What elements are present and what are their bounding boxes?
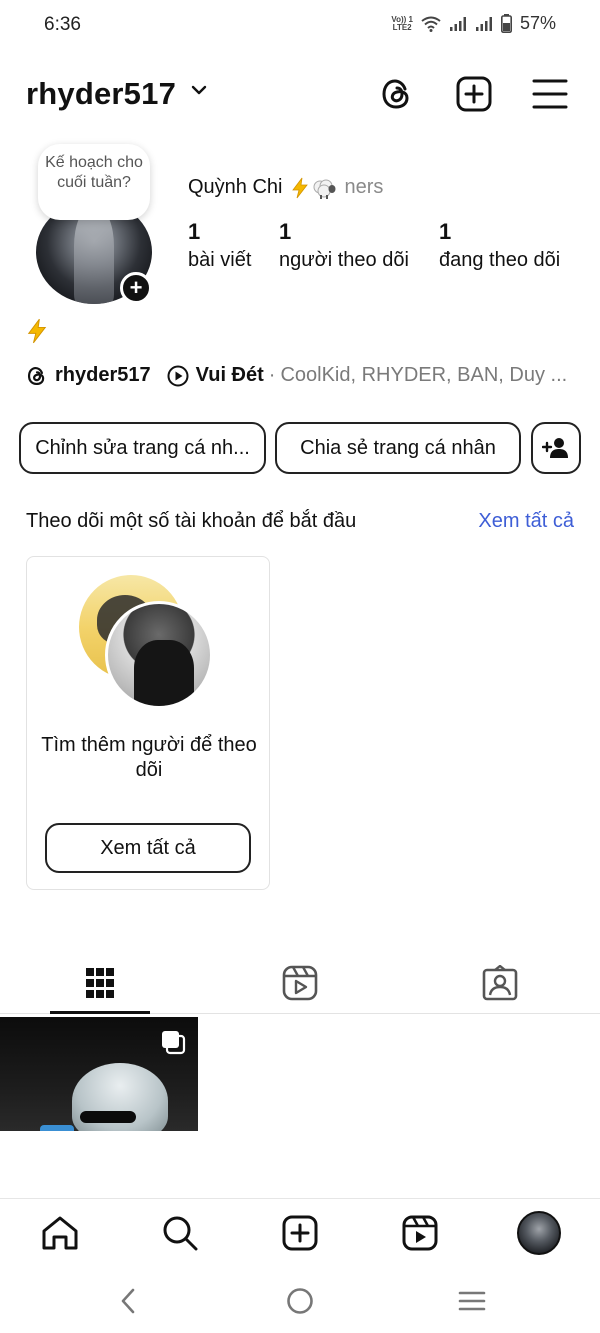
grid-icon xyxy=(86,968,114,998)
profile-avatar-small xyxy=(517,1211,561,1255)
status-icons: Vo)) 1 LTE2 57% xyxy=(391,13,556,34)
tab-grid[interactable] xyxy=(0,952,200,1014)
volte-indicator: Vo)) 1 LTE2 xyxy=(391,14,413,32)
carousel-icon xyxy=(162,1031,186,1055)
header-username[interactable]: rhyder517 xyxy=(26,76,176,112)
system-navigation xyxy=(0,1268,600,1333)
chevron-down-icon[interactable] xyxy=(190,84,208,96)
nav-search[interactable] xyxy=(158,1211,202,1255)
profile-note[interactable]: Kế hoạch cho cuối tuần? xyxy=(38,144,150,220)
add-story-icon[interactable]: + xyxy=(120,272,152,304)
signal-icon xyxy=(449,16,466,31)
suggestions-title: Theo dõi một số tài khoản để bắt đầu xyxy=(26,510,357,532)
post-image-glasses xyxy=(80,1111,136,1123)
lightning-icon xyxy=(291,177,308,198)
tab-reels[interactable] xyxy=(200,952,400,1014)
music-title[interactable]: Vui Đét xyxy=(196,364,264,387)
stat-followers-count: 1 xyxy=(279,219,292,244)
system-home-button[interactable] xyxy=(280,1284,320,1318)
status-bar: 6:36 Vo)) 1 LTE2 57% xyxy=(0,0,600,50)
stat-following[interactable]: 1 đang theo dõi xyxy=(439,218,560,274)
display-name-suffix: ners xyxy=(344,176,384,198)
display-name-row: Quỳnh Chi ners xyxy=(188,176,383,199)
profile-header: rhyder517 xyxy=(0,70,600,120)
battery-icon xyxy=(500,14,512,33)
create-icon xyxy=(282,1215,318,1251)
nav-reels[interactable] xyxy=(398,1211,442,1255)
sheep-icon xyxy=(313,179,335,199)
add-person-icon xyxy=(542,438,568,458)
find-people-card: Tìm thêm người để theo dõi Xem tất cả xyxy=(26,556,270,890)
nav-home[interactable] xyxy=(38,1211,82,1255)
discover-people-button[interactable] xyxy=(531,422,581,474)
post-thumbnail[interactable] xyxy=(0,1017,198,1131)
find-people-see-all-button[interactable]: Xem tất cả xyxy=(45,823,251,873)
tagged-icon xyxy=(482,965,518,1001)
stat-posts-count: 1 xyxy=(188,219,201,244)
system-recents-button[interactable] xyxy=(452,1284,492,1318)
reels-nav-icon xyxy=(402,1215,438,1251)
stat-following-count: 1 xyxy=(439,219,452,244)
stat-followers-label: người theo dõi xyxy=(279,249,409,271)
nav-profile[interactable] xyxy=(517,1211,561,1255)
status-time: 6:36 xyxy=(44,14,81,35)
display-name: Quỳnh Chi xyxy=(188,176,283,198)
stat-posts[interactable]: 1 bài viết xyxy=(188,218,251,274)
battery-percent: 57% xyxy=(519,13,556,33)
search-icon xyxy=(163,1216,198,1251)
menu-icon[interactable] xyxy=(530,74,570,114)
back-icon xyxy=(121,1288,135,1314)
threads-handle[interactable]: rhyder517 xyxy=(55,364,151,387)
stat-posts-label: bài viết xyxy=(188,249,252,271)
suggested-avatar-2 xyxy=(105,601,213,709)
stat-followers[interactable]: 1 người theo dõi xyxy=(279,218,409,274)
tab-tagged[interactable] xyxy=(400,952,600,1014)
profile-links-row: rhyder517 Vui Đét · CoolKid, RHYDER, BAN… xyxy=(26,364,586,387)
bottom-navigation xyxy=(0,1198,600,1268)
share-profile-button[interactable]: Chia sẻ trang cá nhân xyxy=(275,422,521,474)
system-back-button[interactable] xyxy=(108,1284,148,1318)
stat-following-label: đang theo dõi xyxy=(439,249,561,271)
recents-icon xyxy=(458,1291,486,1311)
suggestions-see-all-link[interactable]: Xem tất cả xyxy=(478,510,574,533)
signal-icon-2 xyxy=(475,16,492,31)
home-icon xyxy=(42,1216,78,1250)
edit-profile-button[interactable]: Chỉnh sửa trang cá nh... xyxy=(19,422,266,474)
wifi-icon xyxy=(421,16,441,32)
home-circle-icon xyxy=(287,1288,313,1314)
find-people-text: Tìm thêm người để theo dõi xyxy=(41,734,257,781)
reels-icon xyxy=(282,965,318,1001)
active-tab-indicator xyxy=(50,1011,150,1014)
nav-create[interactable] xyxy=(278,1211,322,1255)
play-circle-icon[interactable] xyxy=(167,365,189,387)
bio-lightning-icon xyxy=(27,318,47,344)
threads-icon[interactable] xyxy=(377,74,417,114)
threads-small-icon[interactable] xyxy=(26,365,48,387)
music-separator: · xyxy=(268,364,276,386)
post-image-mic xyxy=(40,1125,74,1131)
music-artists[interactable]: CoolKid, RHYDER, BAN, Duy ... xyxy=(280,364,567,387)
create-post-icon[interactable] xyxy=(454,74,494,114)
profile-tabs xyxy=(0,952,600,1014)
